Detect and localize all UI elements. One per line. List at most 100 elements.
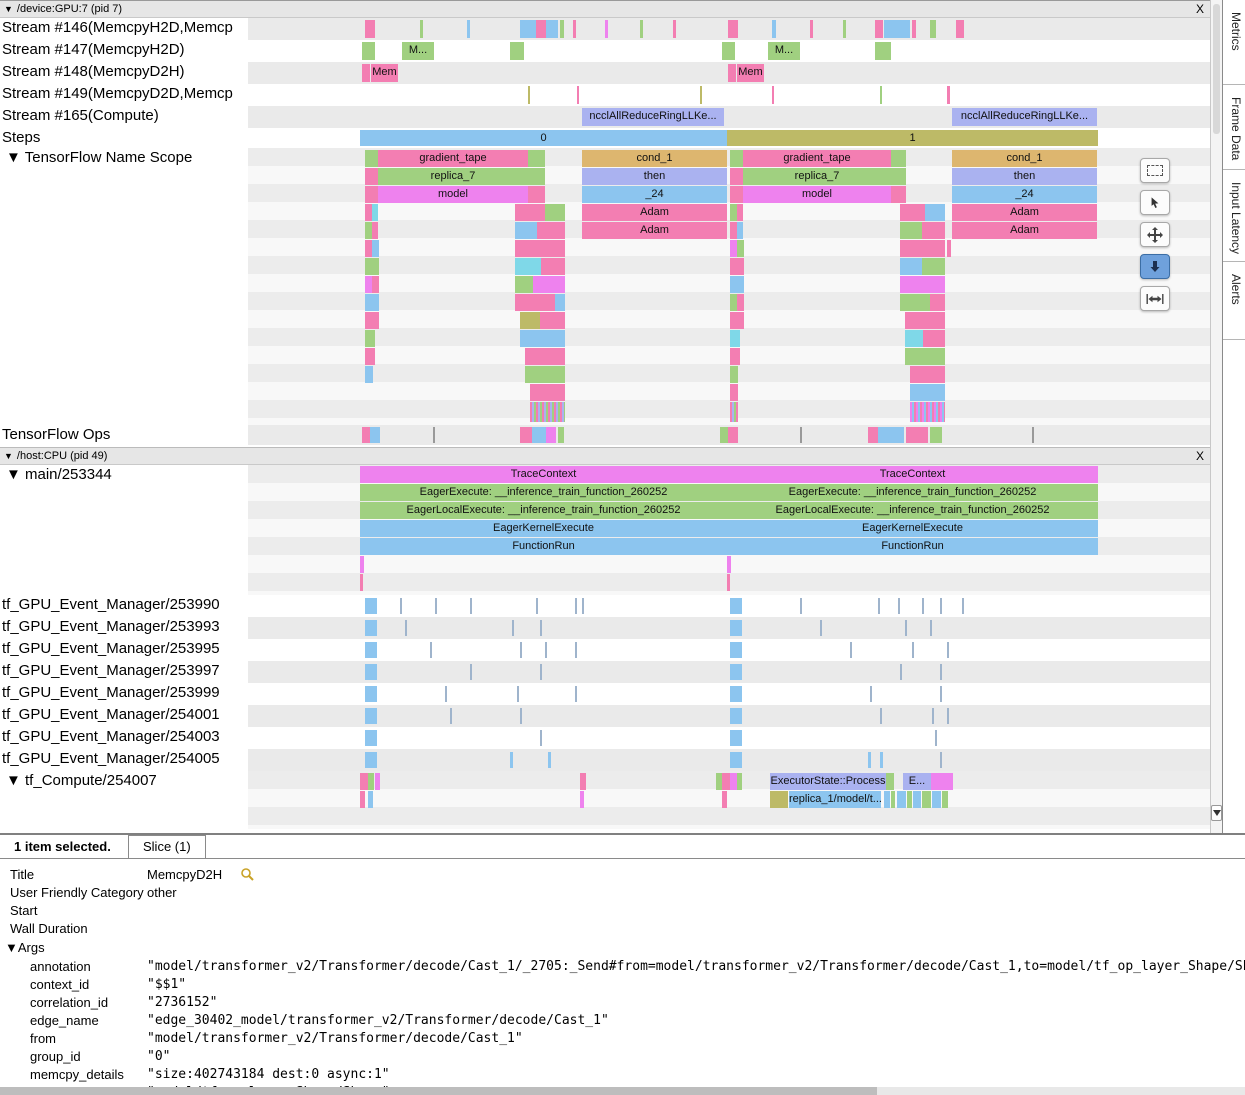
trace-event[interactable]: [515, 294, 555, 311]
trace-event[interactable]: [737, 294, 744, 311]
trace-event[interactable]: [772, 86, 774, 104]
trace-event[interactable]: [737, 240, 744, 257]
trace-event[interactable]: [730, 366, 738, 383]
trace-event[interactable]: [728, 20, 738, 38]
trace-event[interactable]: [730, 664, 742, 680]
trace-event[interactable]: [940, 686, 942, 702]
trace-event[interactable]: [800, 427, 802, 443]
trace-event[interactable]: Mem: [737, 64, 764, 82]
trace-event[interactable]: [722, 773, 730, 790]
trace-event[interactable]: [525, 348, 565, 365]
trace-event[interactable]: [737, 204, 743, 221]
trace-event[interactable]: [365, 686, 377, 702]
trace-event[interactable]: [900, 258, 922, 275]
trace-event[interactable]: [900, 276, 945, 293]
trace-event[interactable]: [365, 642, 377, 658]
trace-event[interactable]: [912, 642, 914, 658]
trace-event[interactable]: [545, 204, 565, 221]
trace-event[interactable]: [720, 427, 728, 443]
trace-event[interactable]: [360, 556, 364, 573]
side-tab-frame-data[interactable]: Frame Data: [1223, 85, 1245, 170]
trace-event[interactable]: [868, 427, 878, 443]
vertical-scrollbar-thumb[interactable]: [1213, 4, 1220, 134]
trace-event[interactable]: [880, 86, 882, 104]
trace-event[interactable]: [520, 708, 522, 724]
trace-event[interactable]: [730, 773, 737, 790]
trace-event[interactable]: [922, 598, 924, 614]
trace-event[interactable]: EagerExecute: __inference_train_function…: [727, 484, 1098, 501]
trace-event[interactable]: Mem: [371, 64, 398, 82]
trace-event[interactable]: [372, 222, 378, 239]
trace-event[interactable]: [470, 598, 472, 614]
marquee-select-tool-button[interactable]: [1140, 158, 1170, 183]
trace-event[interactable]: [930, 20, 936, 38]
trace-event[interactable]: [546, 427, 556, 443]
trace-event[interactable]: [905, 312, 945, 329]
track-label-main-253344[interactable]: ▼ main/253344: [0, 465, 248, 595]
trace-event[interactable]: [730, 686, 742, 702]
track-timeline-tf-compute-254007[interactable]: ExecutorState::ProcessE...replica_1/mode…: [248, 771, 1210, 829]
trace-event[interactable]: [730, 294, 737, 311]
trace-event[interactable]: EagerKernelExecute: [360, 520, 727, 537]
trace-event[interactable]: [365, 276, 372, 293]
trace-event[interactable]: [730, 168, 743, 185]
track-timeline-evtmgr-253993[interactable]: [248, 617, 1210, 639]
trace-event[interactable]: [548, 752, 551, 768]
trace-event[interactable]: FunctionRun: [360, 538, 727, 555]
trace-event[interactable]: [897, 791, 906, 808]
slice-tab[interactable]: Slice (1): [128, 835, 206, 858]
trace-event[interactable]: [922, 222, 945, 239]
trace-event[interactable]: [730, 620, 742, 636]
trace-event[interactable]: [540, 730, 542, 746]
trace-event[interactable]: [891, 186, 906, 203]
trace-event[interactable]: [530, 402, 565, 422]
trace-event[interactable]: [942, 791, 948, 808]
trace-event[interactable]: [533, 276, 565, 293]
trace-event[interactable]: [905, 330, 923, 347]
trace-event[interactable]: [925, 204, 945, 221]
trace-event[interactable]: [956, 20, 964, 38]
trace-event[interactable]: [900, 240, 945, 257]
trace-event[interactable]: [528, 186, 545, 203]
trace-event[interactable]: [528, 86, 530, 104]
trace-event[interactable]: [365, 330, 375, 347]
trace-event[interactable]: [360, 574, 363, 591]
trace-event[interactable]: [730, 642, 742, 658]
track-timeline-evtmgr-254005[interactable]: [248, 749, 1210, 771]
trace-event[interactable]: [573, 20, 576, 38]
trace-event[interactable]: [558, 427, 564, 443]
trace-event[interactable]: [730, 186, 743, 203]
trace-event[interactable]: ncclAllReduceRingLLKe...: [582, 108, 724, 126]
trace-event[interactable]: [900, 294, 930, 311]
trace-event[interactable]: [365, 204, 372, 221]
trace-event[interactable]: [730, 222, 737, 239]
track-timeline-stream-147[interactable]: M...M...: [248, 40, 1210, 62]
trace-event[interactable]: [900, 222, 922, 239]
trace-event[interactable]: [580, 791, 584, 808]
trace-event[interactable]: [870, 686, 872, 702]
trace-event[interactable]: [520, 330, 565, 347]
track-timeline-evtmgr-253990[interactable]: [248, 595, 1210, 617]
trace-event[interactable]: [577, 86, 579, 104]
gpu-section-close-button[interactable]: X: [1196, 2, 1204, 16]
trace-event[interactable]: [365, 258, 379, 275]
trace-event[interactable]: M...: [402, 42, 434, 60]
trace-event[interactable]: [730, 204, 737, 221]
trace-event[interactable]: 0: [360, 130, 727, 146]
track-timeline-steps[interactable]: 01: [248, 128, 1210, 148]
trace-event[interactable]: [372, 276, 379, 293]
track-timeline-stream-149[interactable]: [248, 84, 1210, 106]
trace-event[interactable]: [891, 791, 895, 808]
trace-event[interactable]: [536, 598, 538, 614]
track-timeline-main-253344[interactable]: TraceContextTraceContextEagerExecute: __…: [248, 465, 1210, 595]
trace-event[interactable]: gradient_tape: [743, 150, 891, 167]
trace-event[interactable]: [510, 752, 513, 768]
trace-event[interactable]: [730, 258, 744, 275]
trace-event[interactable]: [722, 42, 735, 60]
trace-event[interactable]: ncclAllReduceRingLLKe...: [952, 108, 1097, 126]
trace-event[interactable]: [730, 312, 744, 329]
trace-event[interactable]: gradient_tape: [378, 150, 528, 167]
horizontal-zoom-tool-button[interactable]: [1140, 286, 1170, 311]
track-timeline-evtmgr-253995[interactable]: [248, 639, 1210, 661]
trace-event[interactable]: FunctionRun: [727, 538, 1098, 555]
